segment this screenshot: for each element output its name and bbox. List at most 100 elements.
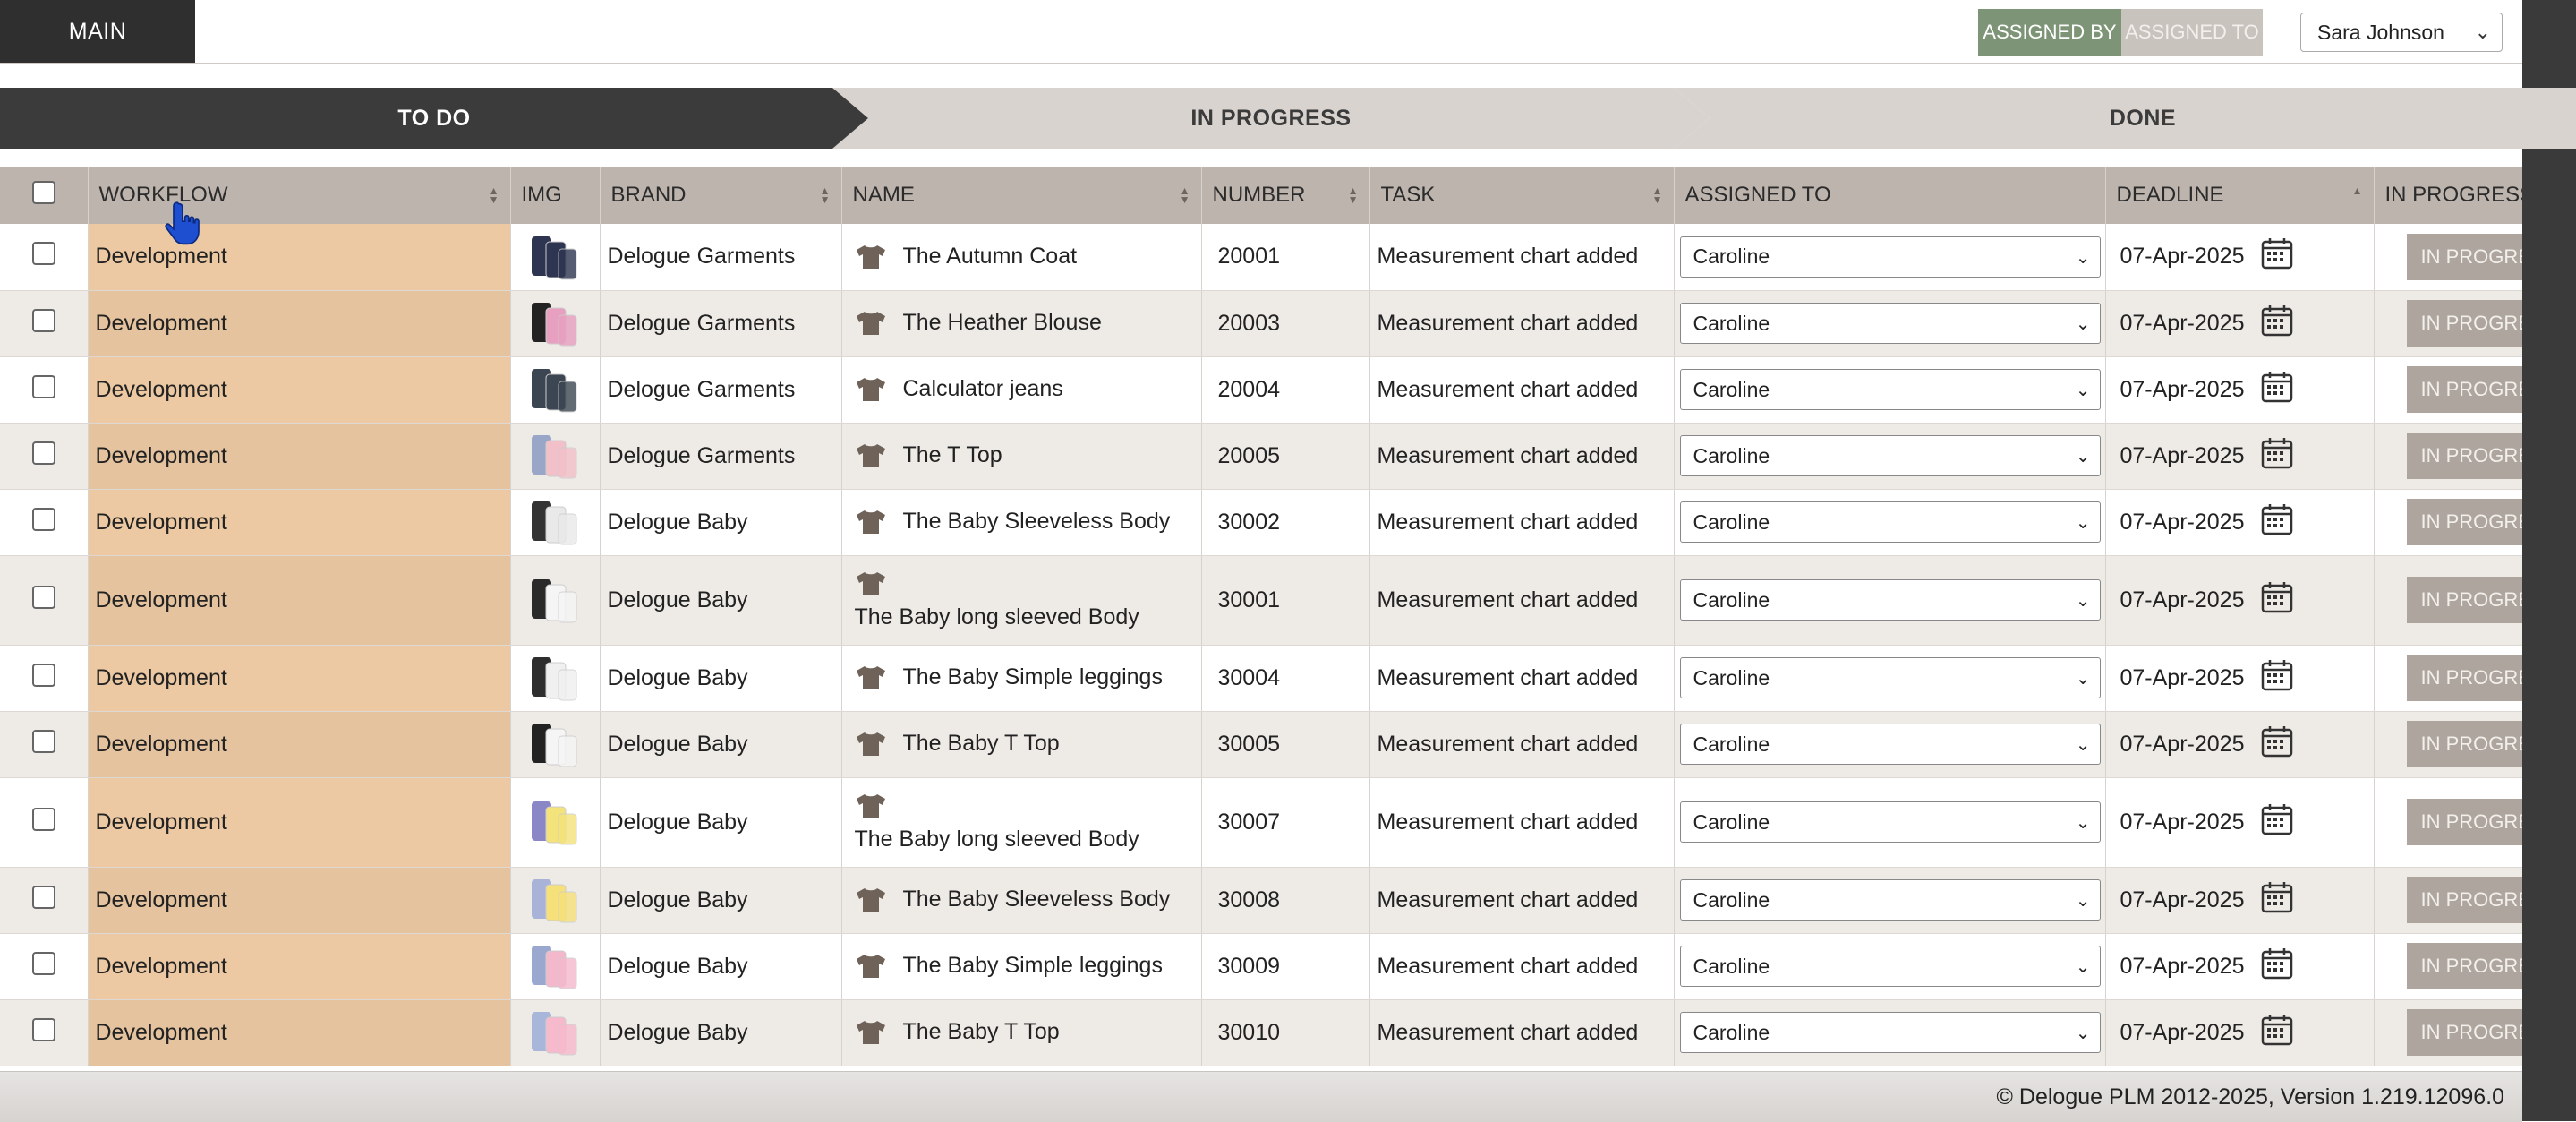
assigned-to-select[interactable]: Caroline ⌄ [1679,435,2101,476]
name-cell[interactable]: The Baby Simple leggings [903,953,1163,979]
calendar-icon[interactable] [2260,880,2294,921]
table-row[interactable]: Development Delogue Baby The Baby Sleeve… [0,867,2522,934]
name-cell[interactable]: The Heather Blouse [903,310,1102,336]
calendar-icon[interactable] [2260,236,2294,277]
assigned-to-select[interactable]: Caroline ⌄ [1679,369,2101,410]
assigned-to-select[interactable]: Caroline ⌄ [1679,879,2101,921]
table-row[interactable]: Development Delogue Baby The Baby long s… [0,777,2522,868]
name-cell[interactable]: The Baby Sleeveless Body [903,886,1171,912]
product-thumbnail[interactable] [526,572,584,628]
product-thumbnail[interactable] [526,428,584,484]
assigned-to-toggle[interactable]: ASSIGNED TO [2121,9,2263,56]
in-progress-button[interactable]: IN PROGRESS [2406,799,2522,845]
stage-in-progress[interactable]: IN PROGRESS [832,88,1710,149]
name-cell[interactable]: The Baby Simple leggings [903,664,1163,690]
row-checkbox[interactable] [31,1017,55,1041]
name-cell[interactable]: The Baby T Top [903,1019,1060,1045]
calendar-icon[interactable] [2260,436,2294,476]
name-cell[interactable]: The Autumn Coat [903,244,1078,270]
img-cell[interactable] [510,423,601,490]
calendar-icon[interactable] [2260,304,2294,344]
col-task[interactable]: TASK ▲ ▼ [1369,167,1675,224]
calendar-icon[interactable] [2260,724,2294,765]
table-row[interactable]: Development Delogue Garments The Autumn … [0,224,2522,291]
product-thumbnail[interactable] [526,295,584,351]
table-row[interactable]: Development Delogue Baby The Baby Sleeve… [0,489,2522,556]
calendar-icon[interactable] [2260,1013,2294,1053]
row-checkbox[interactable] [31,507,55,531]
table-row[interactable]: Development Delogue Baby The Baby Simple… [0,933,2522,1000]
row-checkbox[interactable] [31,951,55,975]
calendar-icon[interactable] [2260,580,2294,621]
img-cell[interactable] [510,555,601,646]
img-cell[interactable] [510,489,601,556]
img-cell[interactable] [510,290,601,357]
img-cell[interactable] [510,224,601,291]
col-deadline[interactable]: DEADLINE ▲ [2105,167,2375,224]
product-thumbnail[interactable] [526,716,584,772]
img-cell[interactable] [510,777,601,868]
table-row[interactable]: Development Delogue Baby The Baby T Top … [0,999,2522,1066]
select-all-checkbox[interactable] [31,180,55,204]
name-cell[interactable]: The Baby T Top [903,731,1060,757]
img-cell[interactable] [510,356,601,424]
name-cell[interactable]: The Baby long sleeved Body [855,604,1194,630]
product-thumbnail[interactable] [526,872,584,928]
calendar-icon[interactable] [2260,502,2294,543]
name-cell[interactable]: Calculator jeans [903,376,1063,402]
col-brand[interactable]: BRAND ▲ ▼ [600,167,842,224]
assigned-to-select[interactable]: Caroline ⌄ [1679,657,2101,698]
product-thumbnail[interactable] [526,794,584,850]
row-checkbox[interactable] [31,585,55,609]
calendar-icon[interactable] [2260,370,2294,410]
row-checkbox[interactable] [31,885,55,909]
img-cell[interactable] [510,999,601,1066]
table-row[interactable]: Development Delogue Garments Calculator … [0,356,2522,424]
in-progress-button[interactable]: IN PROGRESS [2406,499,2522,545]
in-progress-button[interactable]: IN PROGRESS [2406,577,2522,623]
in-progress-button[interactable]: IN PROGRESS [2406,877,2522,923]
row-checkbox[interactable] [31,308,55,332]
img-cell[interactable] [510,711,601,778]
in-progress-button[interactable]: IN PROGRESS [2406,721,2522,767]
name-cell[interactable]: The Baby long sleeved Body [855,827,1194,852]
product-thumbnail[interactable] [526,494,584,550]
in-progress-button[interactable]: IN PROGRESS [2406,366,2522,413]
assigned-to-select[interactable]: Caroline ⌄ [1679,501,2101,543]
product-thumbnail[interactable] [526,362,584,417]
calendar-icon[interactable] [2260,802,2294,843]
img-cell[interactable] [510,933,601,1000]
row-checkbox[interactable] [31,242,55,266]
in-progress-button[interactable]: IN PROGRESS [2406,943,2522,989]
assigned-to-select[interactable]: Caroline ⌄ [1679,1012,2101,1053]
assigned-to-select[interactable]: Caroline ⌄ [1679,801,2101,843]
product-thumbnail[interactable] [526,229,584,285]
col-number[interactable]: NUMBER ▲ ▼ [1201,167,1370,224]
in-progress-button[interactable]: IN PROGRESS [2406,433,2522,479]
main-tab[interactable]: MAIN [0,0,195,63]
stage-done[interactable]: DONE [1674,88,2576,149]
col-workflow[interactable]: WORKFLOW ▲ ▼ [88,167,511,224]
in-progress-button[interactable]: IN PROGRESS [2406,655,2522,701]
table-row[interactable]: Development Delogue Baby The Baby long s… [0,555,2522,646]
in-progress-button[interactable]: IN PROGRESS [2406,1009,2522,1056]
row-checkbox[interactable] [31,374,55,398]
calendar-icon[interactable] [2260,658,2294,698]
row-checkbox[interactable] [31,441,55,465]
row-checkbox[interactable] [31,729,55,753]
product-thumbnail[interactable] [526,1005,584,1060]
name-cell[interactable]: The Baby Sleeveless Body [903,509,1171,535]
table-row[interactable]: Development Delogue Garments The T Top 2… [0,423,2522,490]
user-select[interactable]: Sara Johnson ⌄ [2300,13,2503,52]
row-checkbox[interactable] [31,807,55,831]
calendar-icon[interactable] [2260,946,2294,987]
product-thumbnail[interactable] [526,938,584,994]
assigned-to-select[interactable]: Caroline ⌄ [1679,303,2101,344]
img-cell[interactable] [510,867,601,934]
in-progress-button[interactable]: IN PROGRESS [2406,300,2522,347]
product-thumbnail[interactable] [526,650,584,706]
stage-to-do[interactable]: TO DO [0,88,868,149]
table-row[interactable]: Development Delogue Garments The Heather… [0,290,2522,357]
assigned-to-select[interactable]: Caroline ⌄ [1679,946,2101,987]
assigned-to-select[interactable]: Caroline ⌄ [1679,579,2101,621]
